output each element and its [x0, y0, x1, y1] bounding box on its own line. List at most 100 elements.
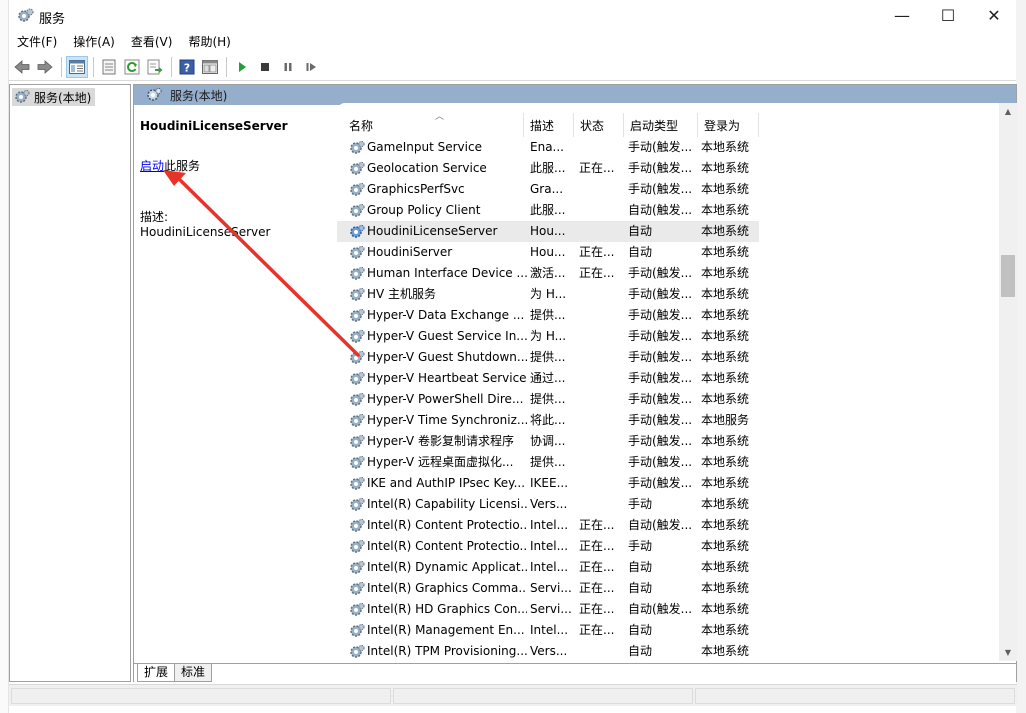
tab-standard[interactable]: 标准 — [174, 664, 213, 682]
service-detail-panel: HoudiniLicenseServer 启动此服务 描述: HoudiniLi… — [140, 119, 330, 239]
service-startup-type-cell: 手动(触发... — [628, 308, 693, 322]
tree-item-services-local[interactable]: 服务(本地) — [12, 88, 96, 106]
tab-extended[interactable]: 扩展 — [137, 664, 176, 682]
service-logon-cell: 本地系统 — [701, 203, 750, 217]
toolbar-separator — [93, 57, 94, 77]
toolbar: ? — [9, 54, 1016, 81]
service-status-cell — [579, 137, 625, 158]
service-row[interactable]: Human Interface Device ... 激活... 正在... 手动(触… — [337, 263, 759, 284]
service-logon-cell: 本地系统 — [701, 245, 750, 259]
minimize-button[interactable]: — — [879, 0, 925, 31]
pause-service-icon[interactable] — [277, 56, 299, 78]
service-name-cell: HV 主机服务 — [367, 287, 437, 301]
column-header-startup-type[interactable]: 启动类型 — [624, 113, 698, 137]
service-row[interactable]: Intel(R) Dynamic Applicat... Intel... 正在..… — [337, 557, 759, 578]
service-name-cell: Intel(R) Dynamic Applicat... — [367, 560, 527, 574]
service-row[interactable]: Hyper-V Time Synchroniz... 将此... 手动(触发... 本… — [337, 410, 759, 431]
service-row[interactable]: Intel(R) TPM Provisioning... Vers... 自动 本地系… — [337, 641, 759, 661]
service-row[interactable]: HoudiniLicenseServer Hou... 自动 本地系统 — [337, 221, 759, 242]
service-row[interactable]: Intel(R) Capability Licensi... Vers... 手动 本… — [337, 494, 759, 515]
export-list-icon[interactable] — [144, 56, 166, 78]
menu-view[interactable]: 查看(V) — [123, 32, 181, 52]
service-rows: GameInput Service Ena... 手动(触发... 本地系统 Geolo… — [337, 137, 999, 661]
service-gear-icon — [349, 557, 367, 578]
service-logon-cell: 本地系统 — [701, 308, 750, 322]
service-status-cell — [579, 452, 625, 473]
background-window-edge — [0, 0, 9, 713]
service-startup-type-cell: 手动(触发... — [628, 266, 693, 280]
show-tree-icon[interactable] — [66, 56, 88, 78]
service-startup-type-cell: 自动(触发... — [628, 518, 693, 532]
service-gear-icon — [349, 452, 367, 473]
service-gear-icon — [349, 368, 367, 389]
service-row[interactable]: Hyper-V Guest Service In... 为 H... 手动(触发..… — [337, 326, 759, 347]
service-row[interactable]: Intel(R) Graphics Comma... Servi... 正在... 自… — [337, 578, 759, 599]
scroll-thumb[interactable] — [1001, 255, 1015, 297]
service-startup-type-cell: 自动 — [628, 224, 653, 238]
restart-service-icon[interactable] — [300, 56, 322, 78]
console-icon[interactable] — [199, 56, 221, 78]
service-description-cell: Intel... — [530, 539, 569, 553]
menu-file[interactable]: 文件(F) — [9, 32, 65, 52]
stop-service-icon[interactable] — [254, 56, 276, 78]
service-logon-cell: 本地系统 — [701, 644, 750, 658]
scroll-down-arrow-icon[interactable]: ▼ — [999, 644, 1017, 661]
service-row[interactable]: IKE and AuthIP IPsec Key... IKEE... 手动(触发.… — [337, 473, 759, 494]
service-row[interactable]: Hyper-V 远程桌面虚拟化... 提供... 手动(触发... 本地系统 — [337, 452, 759, 473]
service-row[interactable]: Intel(R) Content Protectio... Intel... 正在.… — [337, 536, 759, 557]
help-icon[interactable]: ? — [176, 56, 198, 78]
service-name-cell: Hyper-V 卷影复制请求程序 — [367, 434, 514, 448]
start-service-link[interactable]: 启动 — [140, 159, 164, 173]
service-gear-icon — [349, 200, 367, 221]
service-description-cell: Servi... — [530, 581, 572, 595]
toolbar-separator — [226, 57, 227, 77]
service-row[interactable]: Group Policy Client 此服... 自动(触发... 本地系统 — [337, 200, 759, 221]
start-service-suffix: 此服务 — [164, 159, 201, 173]
service-row[interactable]: Intel(R) Management En... Intel... 正在... 自动… — [337, 620, 759, 641]
forward-arrow-icon[interactable] — [34, 56, 56, 78]
close-button[interactable]: ✕ — [971, 0, 1017, 31]
service-row[interactable]: Intel(R) Content Protectio... Intel... 正在.… — [337, 515, 759, 536]
service-row[interactable]: Hyper-V PowerShell Dire... 提供... 手动(触发... 本… — [337, 389, 759, 410]
service-row[interactable]: Hyper-V Guest Shutdown... 提供... 手动(触发... 本地… — [337, 347, 759, 368]
back-arrow-icon[interactable] — [11, 56, 33, 78]
service-row[interactable]: HV 主机服务 为 H... 手动(触发... 本地系统 — [337, 284, 759, 305]
service-row[interactable]: GameInput Service Ena... 手动(触发... 本地系统 — [337, 137, 759, 158]
start-service-icon[interactable] — [231, 56, 253, 78]
scroll-up-arrow-icon[interactable]: ▲ — [999, 103, 1017, 120]
service-row[interactable]: Hyper-V 卷影复制请求程序 协调... 手动(触发... 本地系统 — [337, 431, 759, 452]
service-row[interactable]: Geolocation Service 此服... 正在... 手动(触发... 本地系… — [337, 158, 759, 179]
status-segment — [11, 688, 391, 704]
service-gear-icon — [349, 410, 367, 431]
service-logon-cell: 本地系统 — [701, 392, 750, 406]
refresh-icon[interactable] — [121, 56, 143, 78]
menu-help[interactable]: 帮助(H) — [180, 32, 238, 52]
service-name-cell: HoudiniServer — [367, 245, 453, 259]
service-status-cell — [579, 179, 625, 200]
maximize-button[interactable]: ☐ — [925, 0, 971, 31]
properties-icon[interactable] — [98, 56, 120, 78]
service-row[interactable]: GraphicsPerfSvc Gra... 手动(触发... 本地系统 — [337, 179, 759, 200]
vertical-scrollbar[interactable]: ▲ ▼ — [999, 103, 1017, 661]
tree-item-label: 服务(本地) — [34, 90, 92, 105]
title-bar[interactable]: 服务 — ☐ ✕ — [9, 0, 1016, 32]
status-segment — [695, 688, 1015, 704]
service-description-cell: Servi... — [530, 602, 572, 616]
service-name-cell: Hyper-V PowerShell Dire... — [367, 392, 524, 406]
service-gear-icon — [349, 284, 367, 305]
service-description-cell: 通过... — [530, 371, 566, 385]
column-header-status[interactable]: 状态 — [574, 113, 624, 137]
menu-action[interactable]: 操作(A) — [65, 32, 123, 52]
column-header-logon-as[interactable]: 登录为 — [698, 113, 759, 137]
service-logon-cell: 本地系统 — [701, 497, 750, 511]
service-row[interactable]: Hyper-V Heartbeat Service 通过... 手动(触发... 本地… — [337, 368, 759, 389]
service-name-cell: Intel(R) HD Graphics Con... — [367, 602, 527, 616]
service-logon-cell: 本地系统 — [701, 371, 750, 385]
column-header-name[interactable]: 名称 — [343, 113, 524, 137]
column-header-description[interactable]: 描述 — [524, 113, 574, 137]
service-row[interactable]: Intel(R) HD Graphics Con... Servi... 正在...… — [337, 599, 759, 620]
service-row[interactable]: HoudiniServer Hou... 正在... 自动 本地系统 — [337, 242, 759, 263]
service-row[interactable]: Hyper-V Data Exchange ... 提供... 手动(触发... 本地… — [337, 305, 759, 326]
service-status-cell — [579, 221, 625, 242]
service-status-cell — [579, 305, 625, 326]
